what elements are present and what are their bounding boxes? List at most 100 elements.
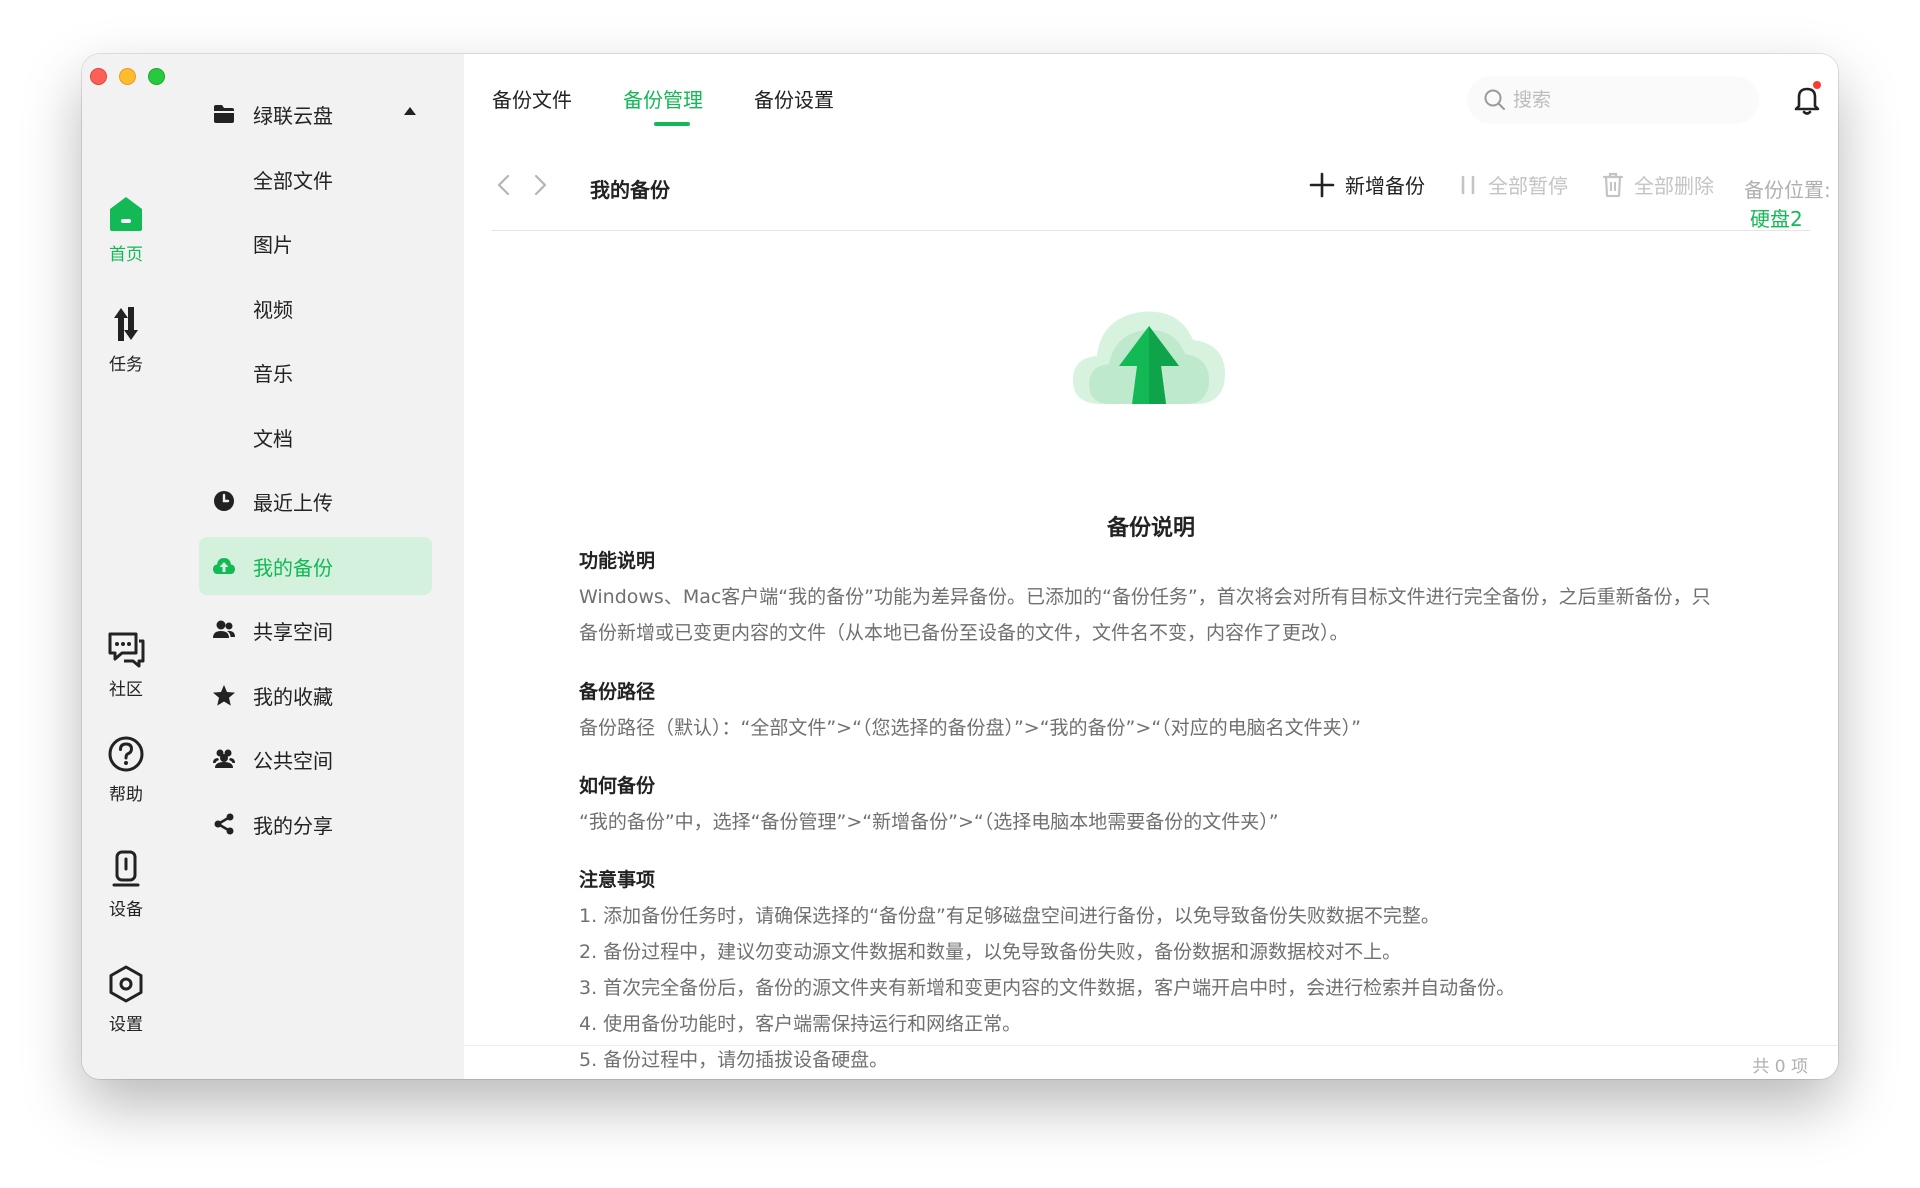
note-line: 2. 备份过程中，建议勿变动源文件数据和数量，以免导致备份失败，备份数据和源数据… bbox=[579, 941, 1402, 963]
cloud-upload-icon bbox=[211, 553, 237, 579]
help-circle-icon bbox=[108, 736, 144, 772]
page-title: 我的备份 bbox=[590, 178, 670, 202]
rail-label: 首页 bbox=[109, 245, 143, 265]
nav-item-my-shares[interactable]: 我的分享 bbox=[199, 795, 432, 853]
nav-item-label: 图片 bbox=[253, 232, 293, 257]
nav-item-label: 最近上传 bbox=[253, 490, 333, 515]
nav-item-label: 视频 bbox=[253, 297, 293, 322]
nav-item-my-backup[interactable]: 我的备份 bbox=[199, 537, 432, 595]
rail-item-settings[interactable]: 设置 bbox=[82, 964, 170, 1035]
rail-label: 任务 bbox=[109, 355, 143, 375]
users-icon bbox=[211, 617, 237, 643]
clock-icon bbox=[211, 488, 237, 514]
nav-item-label: 共享空间 bbox=[253, 619, 333, 644]
rail-item-tasks[interactable]: 任务 bbox=[82, 304, 170, 375]
settings-hexagon-icon bbox=[109, 965, 143, 1003]
minimize-window-button[interactable] bbox=[119, 68, 136, 85]
note-line: 4. 使用备份功能时，客户端需保持运行和网络正常。 bbox=[579, 1013, 1022, 1035]
delete-all-button[interactable]: 全部删除 bbox=[1602, 170, 1714, 199]
section-heading: 注意事项 bbox=[579, 869, 656, 891]
rail-item-help[interactable]: 帮助 bbox=[82, 734, 170, 805]
top-tab-bar: 备份文件 备份管理 备份设置 bbox=[464, 54, 1838, 144]
tab-backup-settings[interactable]: 备份设置 bbox=[754, 84, 834, 113]
nav-item-public-space[interactable]: 公共空间 bbox=[199, 730, 432, 788]
add-backup-label: 新增备份 bbox=[1345, 174, 1425, 198]
rail-label: 社区 bbox=[109, 680, 143, 700]
nav-item-videos[interactable]: 视频 bbox=[199, 279, 432, 337]
status-footer: 共 0 项 bbox=[464, 1045, 1838, 1079]
section-text: Windows、Mac客户端“我的备份”功能为差异备份。已添加的“备份任务”，首… bbox=[579, 586, 1711, 644]
tab-backup-files[interactable]: 备份文件 bbox=[492, 84, 572, 113]
folder-icon bbox=[211, 101, 237, 127]
section-heading: 如何备份 bbox=[579, 775, 656, 797]
pause-all-button[interactable]: 全部暂停 bbox=[1458, 170, 1568, 199]
share-icon bbox=[211, 811, 237, 837]
add-backup-button[interactable]: 新增备份 bbox=[1309, 170, 1425, 199]
section-how-to-backup: 如何备份 “我的备份”中，选择“备份管理”>“新增备份”>“（选择电脑本地需要备… bbox=[579, 771, 1729, 840]
rail-label: 设置 bbox=[109, 1015, 143, 1035]
main-area: 备份文件 备份管理 备份设置 我的备份 bbox=[464, 54, 1838, 1079]
backup-location-label: 备份位置: bbox=[1744, 178, 1831, 202]
section-heading: 备份路径 bbox=[579, 681, 656, 703]
chat-bubbles-icon bbox=[108, 632, 145, 668]
notification-dot bbox=[1813, 81, 1821, 89]
nav-item-images[interactable]: 图片 bbox=[199, 214, 432, 272]
star-icon bbox=[211, 682, 237, 708]
backup-description-panel: 备份说明 功能说明 Windows、Mac客户端“我的备份”功能为差异备份。已添… bbox=[464, 231, 1838, 1071]
transfer-arrows-icon bbox=[114, 307, 138, 341]
backup-location: 备份位置: 硬盘2 bbox=[1744, 174, 1838, 232]
rail-item-community[interactable]: 社区 bbox=[82, 629, 170, 700]
pause-all-label: 全部暂停 bbox=[1488, 174, 1568, 198]
rail-item-device[interactable]: 设备 bbox=[82, 849, 170, 920]
description-title: 备份说明 bbox=[1106, 516, 1195, 541]
nav-item-label: 我的备份 bbox=[253, 555, 333, 580]
rail-label: 帮助 bbox=[109, 785, 143, 805]
group-icon bbox=[211, 746, 237, 772]
search-icon bbox=[1484, 89, 1505, 110]
nav-item-music[interactable]: 音乐 bbox=[199, 343, 432, 401]
note-line: 3. 首次完全备份后，备份的源文件夹有新增和变更内容的文件数据，客户端开启中时，… bbox=[579, 977, 1516, 999]
nav-item-label: 全部文件 bbox=[253, 168, 333, 193]
device-icon bbox=[112, 850, 140, 887]
section-backup-path: 备份路径 备份路径（默认）：“全部文件”>“（您选择的备份盘）”>“我的备份”>… bbox=[579, 677, 1729, 746]
nav-panel: 绿联云盘 全部文件 图片 视频 音乐 文档 最近上传 我的备份 共享空间 我的收… bbox=[170, 54, 464, 1079]
close-window-button[interactable] bbox=[90, 68, 107, 85]
drive-name: 绿联云盘 bbox=[253, 103, 333, 128]
rail-item-home[interactable]: 首页 bbox=[82, 194, 170, 265]
collapse-caret-icon[interactable] bbox=[404, 107, 416, 115]
note-line: 1. 添加备份任务时，请确保选择的“备份盘”有足够磁盘空间进行备份，以免导致备份… bbox=[579, 905, 1440, 927]
rail-label: 设备 bbox=[109, 900, 143, 920]
forward-chevron-icon[interactable] bbox=[528, 172, 552, 198]
plus-icon bbox=[1309, 172, 1335, 197]
active-tab-indicator bbox=[654, 122, 690, 126]
nav-item-documents[interactable]: 文档 bbox=[199, 408, 432, 466]
backup-location-value[interactable]: 硬盘2 bbox=[1750, 207, 1803, 231]
back-chevron-icon[interactable] bbox=[492, 172, 516, 198]
nav-item-recent-uploads[interactable]: 最近上传 bbox=[199, 472, 432, 530]
nav-drive-header[interactable]: 绿联云盘 bbox=[199, 85, 432, 143]
app-window: 首页 任务 社区 帮助 设备 设置 绿联云盘 全部文件 图片 视频 音乐 文档 … bbox=[82, 54, 1838, 1079]
section-text: 备份路径（默认）：“全部文件”>“（您选择的备份盘）”>“我的备份”>“（对应的… bbox=[579, 717, 1362, 739]
nav-item-label: 公共空间 bbox=[253, 748, 333, 773]
cloud-upload-illustration-icon bbox=[1073, 311, 1225, 404]
trash-icon bbox=[1602, 172, 1624, 197]
home-icon bbox=[110, 197, 142, 231]
nav-item-label: 文档 bbox=[253, 426, 293, 451]
nav-item-label: 我的分享 bbox=[253, 813, 333, 838]
nav-item-shared-space[interactable]: 共享空间 bbox=[199, 601, 432, 659]
nav-item-label: 我的收藏 bbox=[253, 684, 333, 709]
nav-item-all-files[interactable]: 全部文件 bbox=[199, 150, 432, 208]
icon-rail: 首页 任务 社区 帮助 设备 设置 bbox=[82, 54, 170, 1079]
window-controls bbox=[90, 68, 165, 85]
maximize-window-button[interactable] bbox=[148, 68, 165, 85]
item-count: 共 0 项 bbox=[1752, 1057, 1808, 1077]
nav-item-label: 音乐 bbox=[253, 361, 293, 386]
delete-all-label: 全部删除 bbox=[1634, 174, 1714, 198]
search-input[interactable] bbox=[1513, 89, 1733, 111]
search-box[interactable] bbox=[1467, 76, 1759, 124]
section-feature: 功能说明 Windows、Mac客户端“我的备份”功能为差异备份。已添加的“备份… bbox=[579, 546, 1729, 651]
tab-backup-management[interactable]: 备份管理 bbox=[623, 84, 703, 113]
nav-item-favorites[interactable]: 我的收藏 bbox=[199, 666, 432, 724]
section-text: “我的备份”中，选择“备份管理”>“新增备份”>“（选择电脑本地需要备份的文件夹… bbox=[579, 811, 1279, 833]
pause-icon bbox=[1461, 175, 1475, 194]
